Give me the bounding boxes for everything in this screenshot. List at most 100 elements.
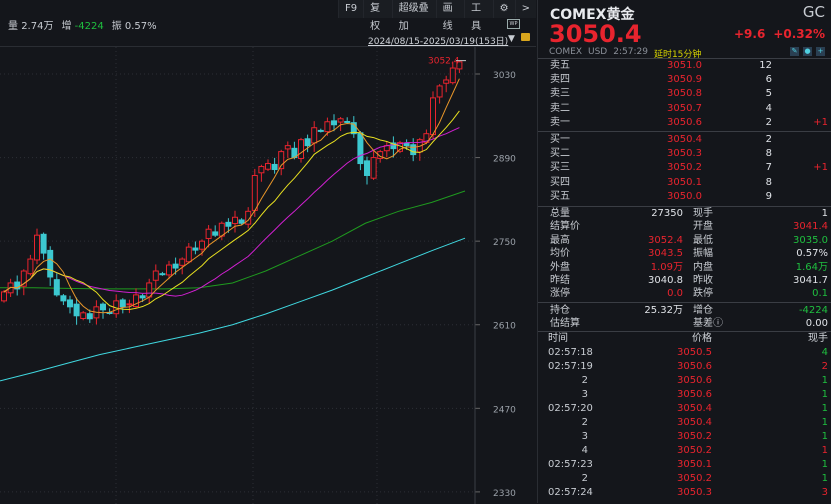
ask-row[interactable]: 卖二 3050.7 4	[538, 102, 831, 116]
bid-row[interactable]: 买二 3050.3 8	[538, 147, 831, 161]
bid-volume: 8	[765, 176, 772, 188]
tick-volume: 1	[821, 389, 828, 400]
ask-delta: +1	[813, 116, 828, 128]
tick-row: 2 3050.6 1	[538, 374, 831, 388]
price-axis-label: 2610	[493, 322, 516, 332]
bid-row[interactable]: 买一 3050.4 2	[538, 133, 831, 147]
stat-label-2: 振幅	[693, 248, 713, 260]
divider	[538, 301, 831, 303]
stat-label: 持仓	[550, 304, 570, 316]
stats-table: 总量 27350 现手 1 结算价 开盘 3041.4 最高 3052.4 最低 3035.0 均价 3…	[538, 206, 831, 331]
candle-body	[185, 246, 192, 263]
tick-row: 3 3050.2 1	[538, 430, 831, 444]
tick-price: 3050.6	[677, 361, 712, 372]
monitor-icon[interactable]: WP	[507, 19, 520, 29]
candle-body	[311, 127, 318, 144]
stat-value-2: 3041.7	[793, 274, 828, 286]
tick-price: 3050.2	[677, 431, 712, 442]
stat-value-2: -4224	[798, 304, 828, 316]
ask-label: 卖三	[550, 88, 570, 100]
kline-svg[interactable]: 3030 2890 2750 2610 2470 2330 3052.4	[0, 47, 536, 504]
ask-volume: 12	[759, 60, 772, 71]
candle-body	[298, 139, 304, 159]
stat-label-2: 内盘	[693, 261, 713, 273]
candle-body	[34, 234, 40, 261]
lock-icon[interactable]	[521, 33, 530, 41]
header-time: 时间	[548, 333, 568, 344]
candle-body	[172, 263, 179, 269]
stat-value: 3052.4	[648, 234, 683, 246]
bid-price: 3050.1	[667, 176, 702, 188]
add-icon[interactable]: +	[816, 47, 825, 56]
tools-button[interactable]: 工具	[464, 0, 493, 32]
bid-row[interactable]: 买三 3050.2 7 +1	[538, 161, 831, 175]
dropdown-icon[interactable]: ▼	[508, 34, 515, 44]
stat-row: 外盘 1.09万 内盘 1.64万	[538, 261, 831, 274]
candle-body	[192, 247, 199, 251]
bid-row[interactable]: 买五 3050.0 9	[538, 190, 831, 204]
more-button[interactable]: >	[514, 0, 536, 18]
tick-time: 3	[581, 389, 588, 400]
candle-body	[166, 264, 172, 276]
ask-row[interactable]: 卖四 3050.9 6	[538, 73, 831, 87]
bid-price: 3050.3	[667, 148, 702, 160]
bid-row[interactable]: 买四 3050.1 8	[538, 176, 831, 190]
ask-row[interactable]: 卖一 3050.6 2 +1	[538, 116, 831, 130]
candle-body	[403, 143, 410, 147]
tick-time: 2	[581, 417, 588, 428]
tick-volume: 2	[821, 361, 828, 372]
candle-body	[100, 303, 106, 311]
candle-body	[53, 279, 60, 296]
candle-body	[232, 216, 238, 225]
candle-body	[139, 295, 146, 299]
bid-label: 买四	[550, 176, 570, 188]
tick-row: 2 3050.4 1	[538, 416, 831, 430]
candle-body	[370, 157, 377, 179]
amplitude-value: 0.57%	[124, 21, 157, 32]
ask-label: 卖五	[550, 60, 570, 71]
stat-value-2: 1	[821, 208, 828, 219]
stat-value-2: 1.64万	[795, 261, 828, 273]
stat-value-2: 0.00	[805, 318, 828, 330]
ma60-line	[0, 190, 466, 290]
tick-time: 2	[581, 375, 588, 386]
increase-value: -4224	[74, 21, 104, 32]
overlay-button[interactable]: 超级叠加	[391, 0, 436, 32]
stat-label: 涨停	[550, 288, 570, 300]
kline-chart[interactable]: 3030 2890 2750 2610 2470 2330 3052.4	[0, 46, 536, 504]
volume-value: 2.74万	[21, 21, 54, 32]
ask-row[interactable]: 卖三 3050.8 5	[538, 87, 831, 101]
pencil-icon[interactable]: ✎	[790, 47, 799, 56]
stat-label: 总量	[550, 208, 570, 219]
candle-body	[344, 120, 351, 123]
chart-toolbar: F9 复权 超级叠加 画线 工具 ⚙ >	[338, 0, 536, 32]
ask-row[interactable]: 卖五 3051.0 12	[538, 59, 831, 73]
tick-time: 02:57:23	[548, 459, 593, 470]
instrument-code: GC	[802, 3, 825, 21]
stat-row: 估结算 基差ⓘ 0.00	[538, 317, 831, 330]
chart-panel: F9 复权 超级叠加 画线 工具 ⚙ > 量 2.74万 增 -4224 振 0…	[0, 0, 536, 504]
stat-value-2: 3041.4	[793, 221, 828, 233]
candle-body	[331, 120, 337, 126]
adjust-button[interactable]: 复权	[363, 0, 392, 32]
stat-value: 0.0	[667, 288, 683, 300]
gear-icon[interactable]: ⚙	[492, 0, 515, 18]
f9-button[interactable]: F9	[338, 0, 364, 18]
candle-body	[271, 163, 278, 171]
bell-icon[interactable]: ●	[803, 47, 812, 56]
stat-label: 估结算	[550, 318, 580, 330]
amplitude-label: 振	[111, 21, 122, 32]
stat-label: 均价	[550, 248, 570, 260]
tick-price: 3050.4	[677, 417, 712, 428]
tick-row: 02:57:18 3050.5 4	[538, 346, 831, 360]
order-book: 卖五 3051.0 12 卖四 3050.9 6 卖三 3050.8 5 卖二 3050.7 4 卖一 3…	[538, 58, 831, 204]
tick-list: 时间 价格 现手 02:57:18 3050.5 4 02:57:19 3050.6 2 2…	[538, 331, 831, 500]
tick-time: 02:57:19	[548, 361, 593, 372]
draw-button[interactable]: 画线	[435, 0, 465, 32]
stat-label-2: 基差ⓘ	[693, 318, 723, 330]
candle-body	[251, 174, 258, 211]
stat-value: 3043.5	[648, 248, 683, 260]
bid-volume: 9	[765, 190, 772, 202]
tick-volume: 1	[821, 431, 828, 442]
bid-label: 买二	[550, 148, 570, 160]
